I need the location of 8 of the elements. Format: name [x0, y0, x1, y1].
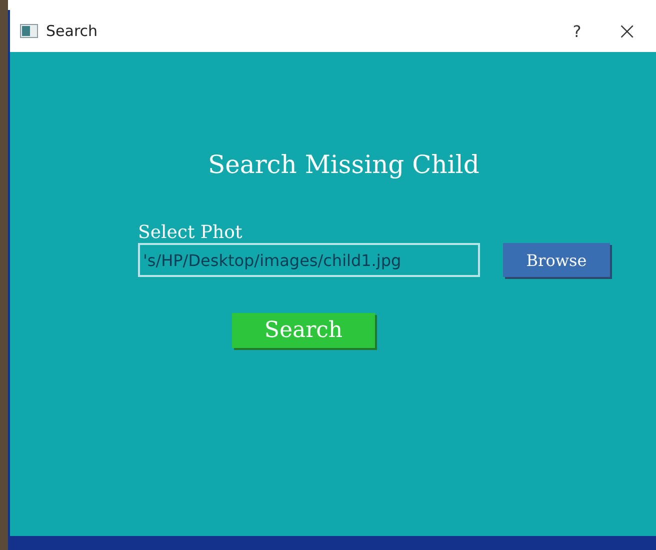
dialog-heading: Search Missing Child: [208, 150, 480, 179]
path-field[interactable]: 's/HP/Desktop/images/child1.jpg: [138, 243, 480, 277]
browse-button[interactable]: Browse: [503, 243, 610, 277]
close-button[interactable]: ×: [602, 11, 652, 51]
window-title: Search: [46, 22, 98, 40]
field-label: Select Phot: [138, 223, 244, 243]
window-icon: [20, 24, 38, 38]
help-button[interactable]: ?: [552, 11, 602, 51]
